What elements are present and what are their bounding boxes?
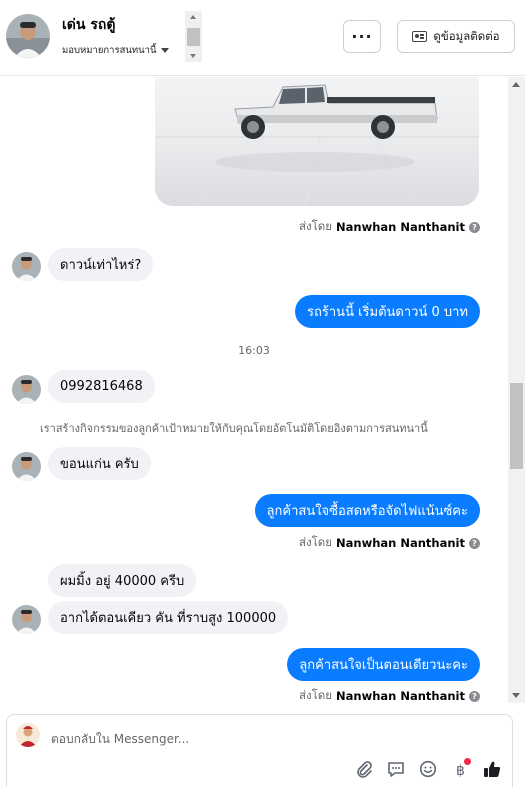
message-timestamp: 16:03	[238, 344, 270, 357]
header-scrollbar[interactable]	[185, 11, 202, 62]
scroll-down-icon[interactable]	[190, 54, 196, 58]
info-icon[interactable]: ?	[469, 221, 480, 233]
message-thread[interactable]: ส่งโดย Nanwhan Nanthanit ? ดาวน์เท่าไหร่…	[0, 77, 508, 703]
contact-name: เด่น รถตู้	[62, 17, 116, 33]
sent-by-caption: ส่งโดย Nanwhan Nanthanit ?	[299, 687, 480, 703]
incoming-message[interactable]: ขอนแก่น ครับ	[48, 447, 151, 480]
emoji-icon[interactable]	[417, 759, 439, 779]
incoming-message[interactable]: ดาวน์เท่าไหร่?	[48, 248, 154, 281]
customer-avatar[interactable]	[12, 452, 41, 481]
more-options-button[interactable]: ···	[343, 20, 381, 53]
like-icon[interactable]	[481, 759, 503, 779]
info-icon[interactable]: ?	[469, 537, 480, 549]
reply-composer[interactable]: ตอบกลับใน Messenger... ฿	[6, 714, 513, 787]
sent-by-prefix: ส่งโดย	[298, 535, 333, 549]
customer-avatar[interactable]	[12, 605, 41, 634]
scroll-up-icon[interactable]	[512, 82, 520, 87]
payment-icon[interactable]: ฿	[449, 758, 471, 779]
notification-dot	[464, 758, 471, 765]
incoming-message[interactable]: 0992816468	[48, 370, 155, 403]
attachment-icon[interactable]	[353, 759, 375, 779]
shared-car-photo[interactable]	[155, 77, 479, 206]
thread-scrollbar[interactable]	[508, 77, 525, 703]
incoming-message[interactable]: อากได้ตอนเคียว คัน ที่ราบสูง 100000	[48, 601, 289, 634]
sent-by-prefix: ส่งโดย	[298, 688, 333, 702]
sender-name[interactable]: Nanwhan Nanthanit	[336, 536, 465, 550]
sender-name[interactable]: Nanwhan Nanthanit	[336, 220, 465, 234]
sent-by-caption: ส่งโดย Nanwhan Nanthanit ?	[299, 534, 480, 552]
conversation-header: เด่น รถตู้ มอบหมายการสนทนานี้ ··· ดูข้อม…	[0, 0, 525, 76]
saved-reply-icon[interactable]	[385, 759, 407, 779]
lead-activity-note: เราสร้างกิจกรรมของลูกค้าเป้าหมายให้กับคุ…	[40, 422, 428, 435]
svg-text:฿: ฿	[456, 763, 465, 778]
sender-name[interactable]: Nanwhan Nanthanit	[336, 689, 465, 703]
outgoing-message[interactable]: ลูกค้าสนใจซื้อสดหรือจัดไฟแน้นซ์คะ	[254, 494, 480, 527]
sent-by-prefix: ส่งโดย	[298, 219, 333, 233]
scroll-up-icon[interactable]	[190, 15, 196, 19]
scroll-thumb[interactable]	[187, 28, 200, 46]
reply-input[interactable]: ตอบกลับใน Messenger...	[51, 730, 189, 749]
outgoing-message[interactable]: รถร้านนี้ เริ่มต้นดาวน์ 0 บาท	[295, 295, 480, 328]
scroll-thumb[interactable]	[510, 383, 523, 469]
sent-by-caption: ส่งโดย Nanwhan Nanthanit ?	[299, 218, 480, 236]
assign-label: มอบหมายการสนทนานี้	[62, 45, 157, 56]
view-contact-label: ดูข้อมูลติดต่อ	[433, 28, 500, 43]
view-contact-button[interactable]: ดูข้อมูลติดต่อ	[397, 20, 515, 53]
contact-card-icon	[412, 31, 428, 42]
page-avatar	[16, 723, 40, 747]
caret-down-icon	[160, 48, 169, 53]
customer-avatar[interactable]	[12, 252, 41, 281]
contact-avatar[interactable]	[6, 14, 50, 58]
incoming-message[interactable]: ผมมิ้ง อยู่ 40000 ครีบ	[48, 564, 197, 597]
customer-avatar[interactable]	[12, 375, 41, 404]
assign-conversation-dropdown[interactable]: มอบหมายการสนทนานี้	[62, 43, 169, 58]
scroll-down-icon[interactable]	[512, 693, 520, 698]
info-icon[interactable]: ?	[469, 690, 480, 702]
outgoing-message[interactable]: ลูกค้าสนใจเป็นตอนเดียวนะคะ	[287, 648, 480, 681]
